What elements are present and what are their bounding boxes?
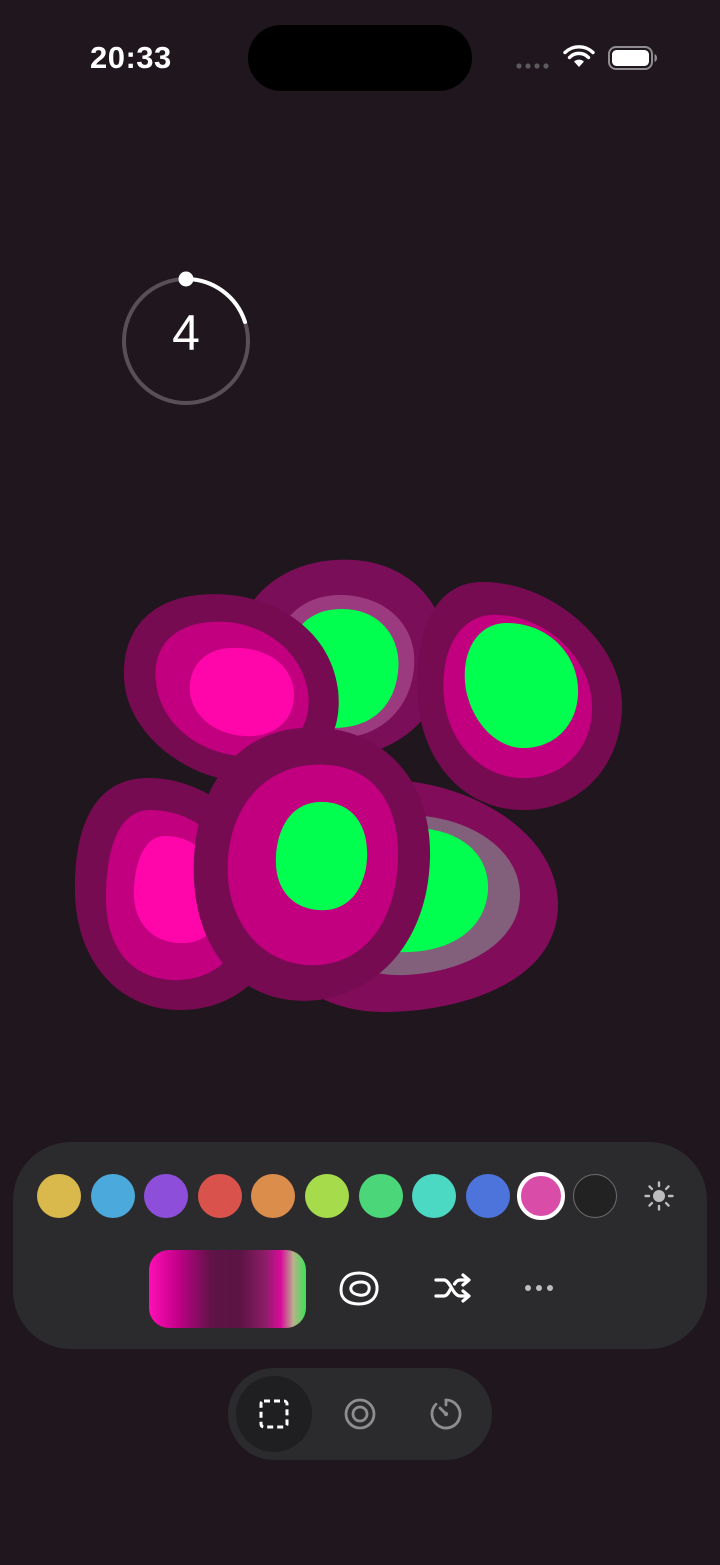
swatch-red[interactable] (197, 1174, 242, 1218)
swatch-indigo[interactable] (465, 1174, 510, 1218)
dashed-square-icon (259, 1399, 289, 1429)
sun-icon[interactable] (643, 1180, 675, 1212)
blob-canvas[interactable] (0, 520, 720, 1030)
color-toolbar (13, 1142, 707, 1349)
status-bar: 20:33 (0, 0, 720, 110)
dynamic-island (248, 25, 472, 91)
swatch-blue[interactable] (90, 1174, 135, 1218)
timer-icon (430, 1398, 462, 1430)
blob-shape-icon (339, 1271, 379, 1306)
gradient-preview-button[interactable] (149, 1250, 306, 1328)
countdown-timer[interactable]: 4 (118, 270, 254, 410)
swatch-yellow[interactable] (37, 1174, 81, 1218)
more-button[interactable] (515, 1264, 563, 1312)
shuffle-button[interactable] (429, 1264, 477, 1312)
swatch-pink[interactable] (517, 1172, 566, 1220)
record-circle-icon (344, 1398, 376, 1430)
wifi-icon (563, 45, 595, 67)
swatch-row (37, 1172, 687, 1220)
blob-shape-button[interactable] (335, 1264, 383, 1312)
battery-icon (608, 46, 657, 70)
mode-bar (228, 1368, 492, 1460)
swatch-purple[interactable] (144, 1174, 189, 1218)
timer-mode-button[interactable] (408, 1376, 484, 1452)
status-time: 20:33 (90, 40, 172, 75)
swatch-none[interactable] (573, 1174, 617, 1218)
blob-right[interactable] (417, 581, 622, 811)
swatch-orange[interactable] (251, 1174, 296, 1218)
shuffle-icon (434, 1273, 471, 1303)
swatch-green[interactable] (358, 1174, 403, 1218)
timer-value: 4 (172, 305, 200, 361)
record-mode-button[interactable] (322, 1376, 398, 1452)
swatch-teal[interactable] (412, 1174, 457, 1218)
cellular-signal-icon (516, 63, 549, 69)
ellipsis-icon (525, 1285, 553, 1291)
swatch-lime[interactable] (305, 1174, 349, 1218)
select-mode-button[interactable] (236, 1376, 312, 1452)
